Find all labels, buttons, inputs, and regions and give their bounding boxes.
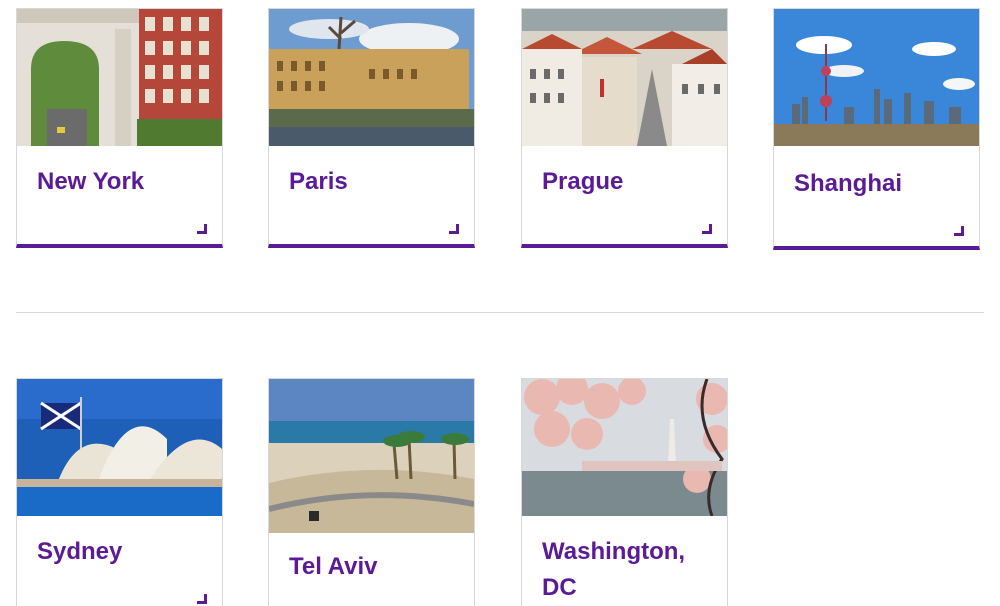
tel-aviv-beach-image — [269, 379, 474, 533]
corner-arrow-icon — [702, 224, 712, 234]
section-divider — [16, 312, 984, 313]
destination-name: Sydney — [37, 538, 123, 565]
destination-name: New York — [37, 168, 145, 195]
destination-card-sydney[interactable]: Sydney — [16, 378, 223, 606]
destination-name: Shanghai — [794, 170, 903, 197]
corner-arrow-icon — [197, 594, 207, 604]
destination-name: Paris — [289, 168, 348, 195]
destination-card-washington-dc[interactable]: Washington, DC — [521, 378, 728, 606]
shanghai-skyline-image — [774, 9, 979, 146]
paris-seine-buildings-image — [269, 9, 474, 146]
corner-arrow-icon — [197, 224, 207, 234]
destination-name: Tel Aviv — [289, 553, 378, 580]
sydney-opera-house-image — [17, 379, 222, 516]
prague-rooftops-image — [522, 9, 727, 146]
washington-square-arch-image — [17, 9, 222, 146]
destination-card-shanghai[interactable]: Shanghai — [773, 8, 980, 250]
corner-arrow-icon — [954, 226, 964, 236]
corner-arrow-icon — [449, 224, 459, 234]
destination-name: Prague — [542, 168, 624, 195]
destination-card-paris[interactable]: Paris — [268, 8, 475, 248]
destination-card-prague[interactable]: Prague — [521, 8, 728, 248]
destination-card-tel-aviv[interactable]: Tel Aviv — [268, 378, 475, 606]
destination-name: Washington, DC — [542, 538, 686, 601]
washington-monument-cherry-blossoms-image — [522, 379, 727, 516]
destination-card-new-york[interactable]: New York — [16, 8, 223, 248]
destinations-page: New York Paris Prague Shanghai Sydney Te… — [0, 0, 1000, 606]
